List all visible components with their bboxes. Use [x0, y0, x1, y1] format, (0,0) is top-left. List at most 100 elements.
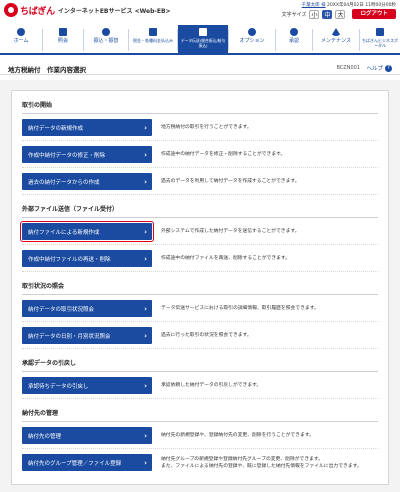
edit-draft-data-button[interactable]: 作成中納付データの修正・削除 › [22, 146, 152, 163]
chevron-right-icon: › [144, 331, 147, 340]
button-label: 納付データの取引状況照会 [28, 306, 95, 313]
menu-row: 過去の納付データからの作成 › 過去のデータを利用して納付データを作成することがで… [22, 168, 378, 195]
button-label: 納付先の管理 [28, 433, 62, 440]
menu-description: データ伝送サービスにおける取引の詳細情報、取引履歴を照会できます。 [161, 306, 319, 311]
menu-description: 過去に行った取引の状況を照会できます。 [161, 333, 252, 338]
description-line: 納付先グループの新規登録や登録納付先グループの変更、削除ができます。 [161, 456, 324, 462]
resend-draft-file-button[interactable]: 作成中納付ファイルの再送・削除 › [22, 250, 152, 267]
nav-label: 承認 [288, 38, 299, 44]
font-size-label: 文字サイズ [281, 11, 307, 18]
transaction-status-inquiry-button[interactable]: 納付データの取引状況照会 › [22, 300, 152, 317]
menu-row: 作成中納付ファイルの再送・削除 › 作成途中の納付ファイルを再送、削除することがで… [22, 245, 378, 272]
nav-approval[interactable]: 承認 [276, 25, 312, 53]
chevron-right-icon: › [144, 227, 147, 236]
section-title: 外部ファイル送信（ファイル受付） [22, 195, 378, 218]
chevron-right-icon: › [144, 381, 147, 390]
page-title: 地方税納付 作業内容選択 [8, 66, 86, 74]
section-title: 取引状況の照会 [22, 272, 378, 295]
user-info: 千葉太郎 様 20XX年04月02日 11時00分00秒 文字サイズ 小 中 大… [282, 2, 396, 19]
bank-logo[interactable]: ちばぎん インターネットEBサービス <Web-EB> [4, 3, 171, 17]
chevron-right-icon: › [144, 177, 147, 186]
nav-maintenance[interactable]: メンテナンス [313, 25, 359, 53]
menu-description: 納付先グループの新規登録や登録納付先グループの変更、削除ができます。 また、ファ… [161, 456, 362, 470]
service-name: インターネットEBサービス <Web-EB> [57, 7, 171, 15]
nav-label: 税金・各種料金払込み [133, 38, 173, 43]
section-title: 承認データの引戻し [22, 349, 378, 372]
menu-row: 納付ファイルによる新規作成 › 外部システムで作成した納付データを送信することがで… [20, 218, 378, 245]
nav-label: オプション [239, 38, 265, 44]
font-small-button[interactable]: 小 [309, 9, 320, 19]
daily-monthly-status-button[interactable]: 納付データの日別・月別状況照会 › [22, 327, 152, 344]
maintenance-icon [331, 28, 341, 36]
withdraw-pending-approval-button[interactable]: 承認待ちデータの引戻し › [22, 377, 152, 394]
nav-label: メンテナンス [321, 38, 351, 44]
nav-option[interactable]: オプション [229, 25, 275, 53]
chevron-right-icon: › [144, 304, 147, 313]
chevron-right-icon: › [144, 458, 147, 467]
global-nav: ホーム 照会 振込・振替 税金・各種料金払込み データ伝送(総合振込/給与振込)… [0, 25, 400, 55]
option-icon [248, 28, 256, 36]
page-header: 地方税納付 作業内容選択 BCZN001 ヘルプ ? [0, 61, 400, 75]
chevron-right-icon: › [144, 150, 147, 159]
screen-id: BCZN001 [336, 65, 360, 71]
nav-label: ちばぎんビジネスポータル [362, 38, 398, 48]
payee-group-file-button[interactable]: 納付先のグループ管理／ファイル登録 › [22, 454, 152, 471]
menu-row: 納付先のグループ管理／ファイル登録 › 納付先グループの新規登録や登録納付先グルー… [22, 449, 378, 475]
top-bar: ちばぎん インターネットEBサービス <Web-EB> 千葉太郎 様 20XX年… [0, 0, 400, 22]
help-icon: ? [385, 64, 392, 72]
task-menu-card: 取引の開始 納付データの新規作成 › 地方税納付の取引を行うことができます。 作成… [11, 90, 389, 485]
portal-icon [376, 28, 384, 36]
section-title: 取引の開始 [22, 91, 378, 114]
nav-label: データ伝送(総合振込/給与振込) [180, 38, 226, 48]
logout-button[interactable]: ログアウト [352, 9, 396, 19]
nav-tax-payment[interactable]: 税金・各種料金払込み [129, 25, 177, 53]
chibagin-logo-icon [4, 3, 18, 17]
approval-icon [290, 28, 298, 36]
chevron-right-icon: › [144, 123, 147, 132]
chevron-right-icon: › [144, 431, 147, 440]
menu-description: 作成途中の納付データを修正・削除することができます。 [161, 152, 286, 157]
data-transmission-icon [199, 28, 207, 36]
inquiry-icon [59, 28, 67, 36]
menu-description: 外部システムで作成した納付データを送信することができます。 [161, 229, 300, 234]
button-label: 過去の納付データからの作成 [28, 179, 100, 186]
nav-transfer[interactable]: 振込・振替 [84, 25, 128, 53]
nav-label: 振込・振替 [93, 38, 119, 44]
nav-home[interactable]: ホーム [0, 25, 42, 53]
create-from-past-data-button[interactable]: 過去の納付データからの作成 › [22, 173, 152, 190]
tax-payment-icon [149, 28, 157, 36]
last-login: 20XX年04月02日 11時00分00秒 [327, 3, 396, 8]
user-name-link[interactable]: 千葉太郎 様 [302, 3, 326, 8]
transfer-icon [102, 28, 110, 36]
nav-data-transmission[interactable]: データ伝送(総合振込/給与振込) [178, 25, 228, 53]
home-icon [17, 28, 25, 36]
menu-row: 納付データの日別・月別状況照会 › 過去に行った取引の状況を照会できます。 [22, 322, 378, 349]
button-label: 納付先のグループ管理／ファイル登録 [28, 460, 122, 467]
help-label: ヘルプ [366, 66, 383, 72]
chevron-right-icon: › [144, 254, 147, 263]
new-from-payment-file-button[interactable]: 納付ファイルによる新規作成 › [20, 221, 154, 242]
font-medium-button[interactable]: 中 [322, 9, 333, 19]
nav-label: 照会 [57, 38, 68, 44]
nav-portal[interactable]: ちばぎんビジネスポータル [360, 25, 400, 53]
nav-inquiry[interactable]: 照会 [43, 25, 83, 53]
section-title: 納付先の管理 [22, 399, 378, 422]
help-link[interactable]: ヘルプ ? [366, 64, 392, 72]
menu-row: 納付データの取引状況照会 › データ伝送サービスにおける取引の詳細情報、取引履歴を… [22, 295, 378, 322]
menu-row: 納付先の管理 › 納付先の新規登録や、登録納付先の変更、削除を行うことができます。 [22, 422, 378, 449]
main-content: 取引の開始 納付データの新規作成 › 地方税納付の取引を行うことができます。 作成… [0, 80, 400, 492]
menu-description: 作成途中の納付ファイルを再送、削除することができます。 [161, 256, 291, 261]
nav-label: ホーム [13, 38, 29, 44]
button-label: 承認待ちデータの引戻し [28, 383, 89, 390]
menu-description: 納付先の新規登録や、登録納付先の変更、削除を行うことができます。 [161, 433, 314, 438]
payee-management-button[interactable]: 納付先の管理 › [22, 427, 152, 444]
logo-text: ちばぎん [20, 6, 55, 17]
menu-row: 納付データの新規作成 › 地方税納付の取引を行うことができます。 [22, 114, 378, 141]
menu-description: 承認依頼した納付データの引戻しができます。 [161, 383, 262, 388]
menu-row: 作成中納付データの修正・削除 › 作成途中の納付データを修正・削除することができま… [22, 141, 378, 168]
new-payment-data-button[interactable]: 納付データの新規作成 › [22, 119, 152, 136]
button-label: 作成中納付ファイルの再送・削除 [28, 256, 111, 263]
font-large-button[interactable]: 大 [335, 9, 346, 19]
button-label: 納付データの日別・月別状況照会 [28, 333, 111, 340]
menu-description: 地方税納付の取引を行うことができます。 [161, 125, 252, 130]
